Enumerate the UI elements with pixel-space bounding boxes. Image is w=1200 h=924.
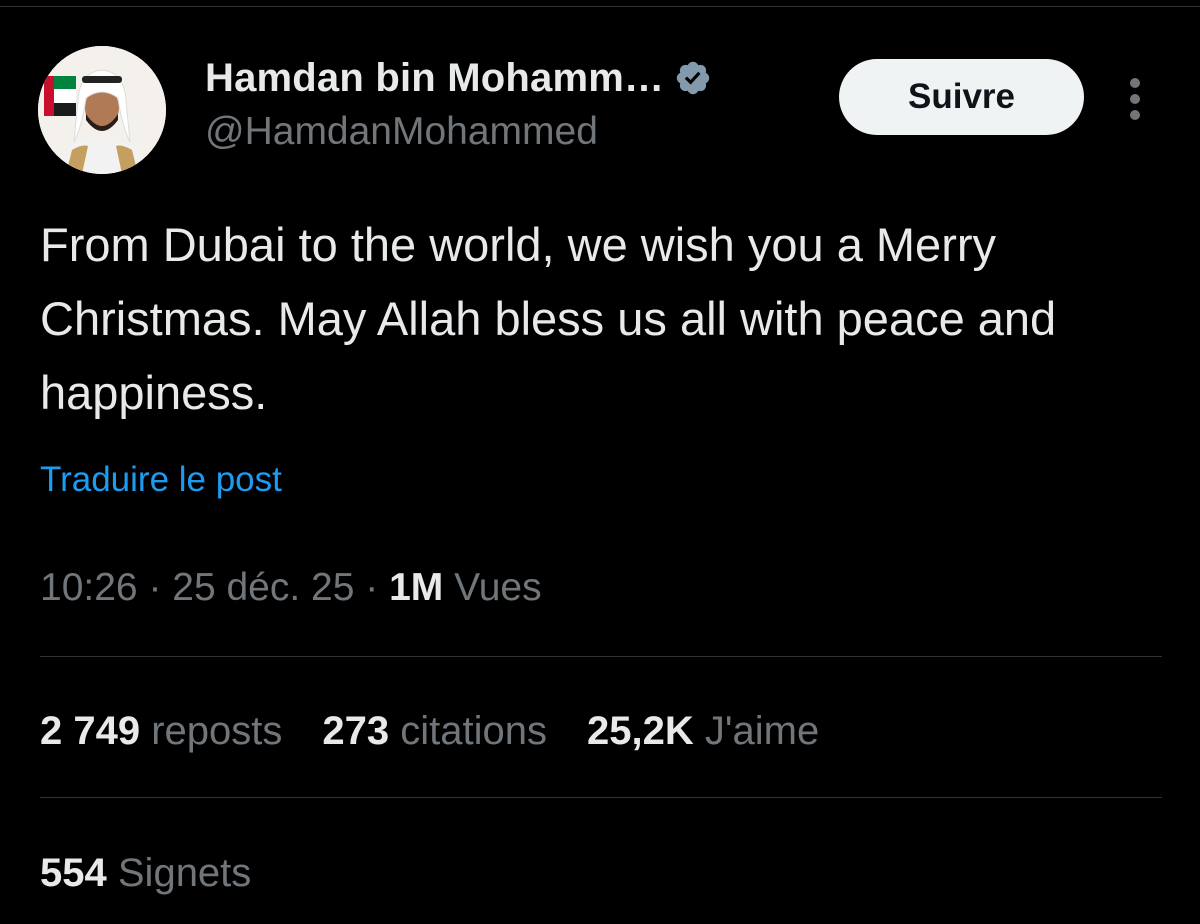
bookmarks-count: 554 (40, 851, 107, 895)
verified-badge-icon[interactable] (674, 59, 712, 97)
author-name-row[interactable]: Hamdan bin Mohamm… (205, 54, 712, 102)
engagement-stats: 2 749 reposts 273 citations 25,2K J'aime (40, 703, 859, 759)
quotes-count: 273 (322, 709, 390, 753)
translate-post-link[interactable]: Traduire le post (40, 460, 282, 500)
post-date[interactable]: 25 déc. 25 (172, 566, 354, 609)
divider (40, 656, 1162, 657)
bookmarks-stat[interactable]: 554 Signets (40, 845, 251, 901)
author-display-name[interactable]: Hamdan bin Mohamm… (205, 56, 664, 101)
author-handle[interactable]: @HamdanMohammed (205, 110, 598, 154)
meta-separator: · (137, 566, 173, 609)
bookmarks-label: Signets (117, 851, 252, 895)
reposts-label: reposts (151, 709, 283, 753)
meta-separator: · (354, 566, 390, 609)
views-label: Vues (454, 566, 542, 609)
reposts-stat[interactable]: 2 749 reposts (40, 703, 282, 759)
divider (40, 797, 1162, 798)
profile-photo (38, 46, 166, 174)
views-count: 1M (389, 566, 444, 609)
post-text: From Dubai to the world, we wish you a M… (40, 218, 1057, 419)
post-time[interactable]: 10:26 (40, 566, 138, 609)
top-divider (0, 6, 1200, 7)
reposts-count: 2 749 (40, 709, 141, 753)
more-vertical-icon[interactable] (1122, 76, 1148, 122)
quotes-stat[interactable]: 273 citations (322, 703, 547, 759)
avatar[interactable] (38, 46, 166, 174)
follow-button[interactable]: Suivre (839, 59, 1084, 135)
post-meta: 10:26 · 25 déc. 25 · 1M Vues (40, 563, 542, 613)
likes-label: J'aime (704, 709, 820, 753)
likes-stat[interactable]: 25,2K J'aime (587, 703, 819, 759)
likes-count: 25,2K (587, 709, 694, 753)
quotes-label: citations (400, 709, 548, 753)
